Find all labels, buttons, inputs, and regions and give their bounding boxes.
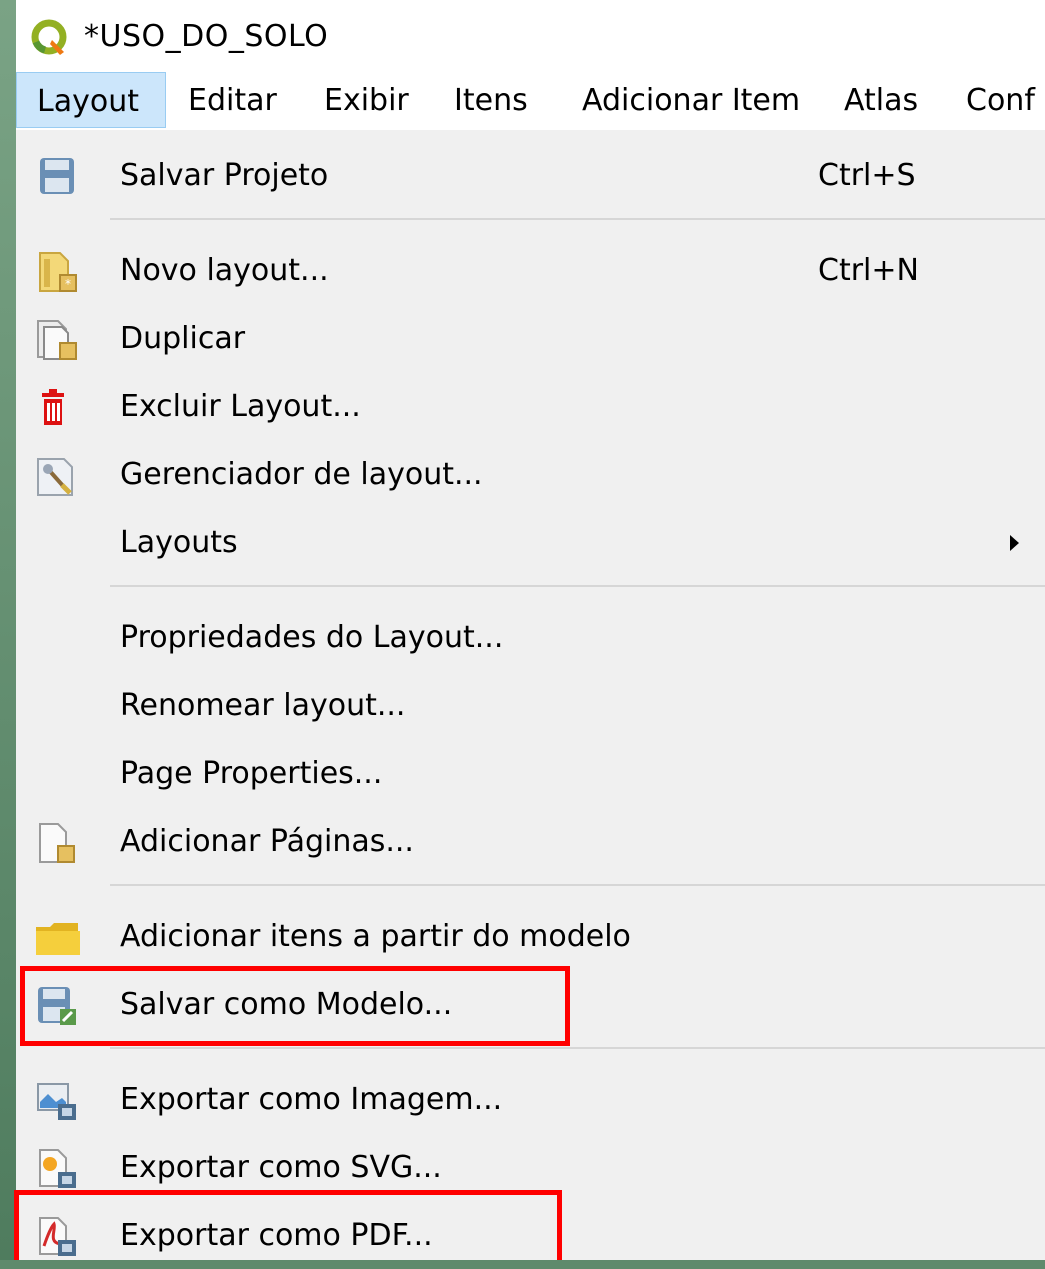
menu-editar[interactable]: Editar [188, 72, 277, 128]
menu-item-label: Novo layout... [120, 253, 329, 288]
title-bar: *USO_DO_SOLO [16, 0, 1045, 72]
duplicate-layout-icon [37, 320, 77, 360]
menu-separator [110, 884, 1045, 886]
menu-separator [110, 585, 1045, 587]
menu-item-label: Salvar Projeto [120, 158, 329, 193]
menu-item-layouts-submenu[interactable]: Layouts [16, 510, 1045, 576]
menu-item-label: Propriedades do Layout... [120, 620, 504, 655]
menu-item-label: Exportar como Imagem... [120, 1082, 503, 1117]
export-svg-icon [39, 1149, 76, 1188]
menu-item-label: Renomear layout... [120, 688, 406, 723]
add-page-icon [39, 823, 75, 863]
menu-itens[interactable]: Itens [454, 72, 528, 128]
highlight-box-exportar-como-pdf [14, 1190, 562, 1260]
menu-separator [110, 1047, 1045, 1049]
menu-item-label: Excluir Layout... [120, 389, 361, 424]
window-title: *USO_DO_SOLO [84, 19, 329, 54]
menu-item-label: Adicionar itens a partir do modelo [120, 919, 631, 954]
shortcut-label: Ctrl+S [818, 158, 916, 193]
svg-text:*: * [65, 277, 71, 291]
qgis-logo-icon [31, 19, 67, 55]
menu-item-label: Adicionar Páginas... [120, 824, 414, 859]
layout-window: *USO_DO_SOLO Layout Editar Exibir Itens … [16, 0, 1045, 1260]
highlight-box-salvar-como-modelo [20, 966, 570, 1046]
menu-item-duplicar[interactable]: Duplicar [16, 306, 1045, 372]
menu-item-novo-layout[interactable]: * Novo layout... Ctrl+N [16, 238, 1045, 304]
menu-item-label: Duplicar [120, 321, 246, 356]
menu-item-gerenciador-de-layout[interactable]: Gerenciador de layout... [16, 442, 1045, 508]
layout-manager-icon [37, 458, 73, 496]
folder-icon [36, 923, 80, 955]
export-image-icon [37, 1083, 76, 1120]
menu-item-label: Gerenciador de layout... [120, 457, 483, 492]
menu-atlas[interactable]: Atlas [844, 72, 918, 128]
submenu-arrow-icon [1010, 535, 1019, 551]
menu-item-page-properties[interactable]: Page Properties... [16, 741, 1045, 807]
menu-item-label: Layouts [120, 525, 238, 560]
save-icon [40, 158, 74, 194]
menu-item-propriedades-do-layout[interactable]: Propriedades do Layout... [16, 605, 1045, 671]
menu-item-renomear-layout[interactable]: Renomear layout... [16, 673, 1045, 739]
menu-item-adicionar-itens-a-partir-do-modelo[interactable]: Adicionar itens a partir do modelo [16, 904, 1045, 970]
menu-item-adicionar-paginas[interactable]: Adicionar Páginas... [16, 809, 1045, 875]
menu-item-salvar-projeto[interactable]: Salvar Projeto Ctrl+S [16, 143, 1045, 209]
menu-separator [110, 218, 1045, 220]
menu-configuracoes[interactable]: Conf [966, 72, 1035, 128]
new-layout-icon: * [39, 252, 77, 292]
menu-item-excluir-layout[interactable]: Excluir Layout... [16, 374, 1045, 440]
trash-icon [42, 389, 64, 425]
menu-item-exportar-como-imagem[interactable]: Exportar como Imagem... [16, 1067, 1045, 1133]
layout-menu-dropdown: Salvar Projeto Ctrl+S * Novo layout... C… [16, 130, 1045, 1260]
menu-item-label: Page Properties... [120, 756, 383, 791]
menu-layout[interactable]: Layout [16, 72, 166, 128]
menu-bar: Layout Editar Exibir Itens Adicionar Ite… [16, 72, 1045, 131]
menu-adicionar-item[interactable]: Adicionar Item [582, 72, 800, 128]
desktop-background [0, 0, 16, 1260]
menu-exibir[interactable]: Exibir [324, 72, 409, 128]
shortcut-label: Ctrl+N [818, 253, 919, 288]
